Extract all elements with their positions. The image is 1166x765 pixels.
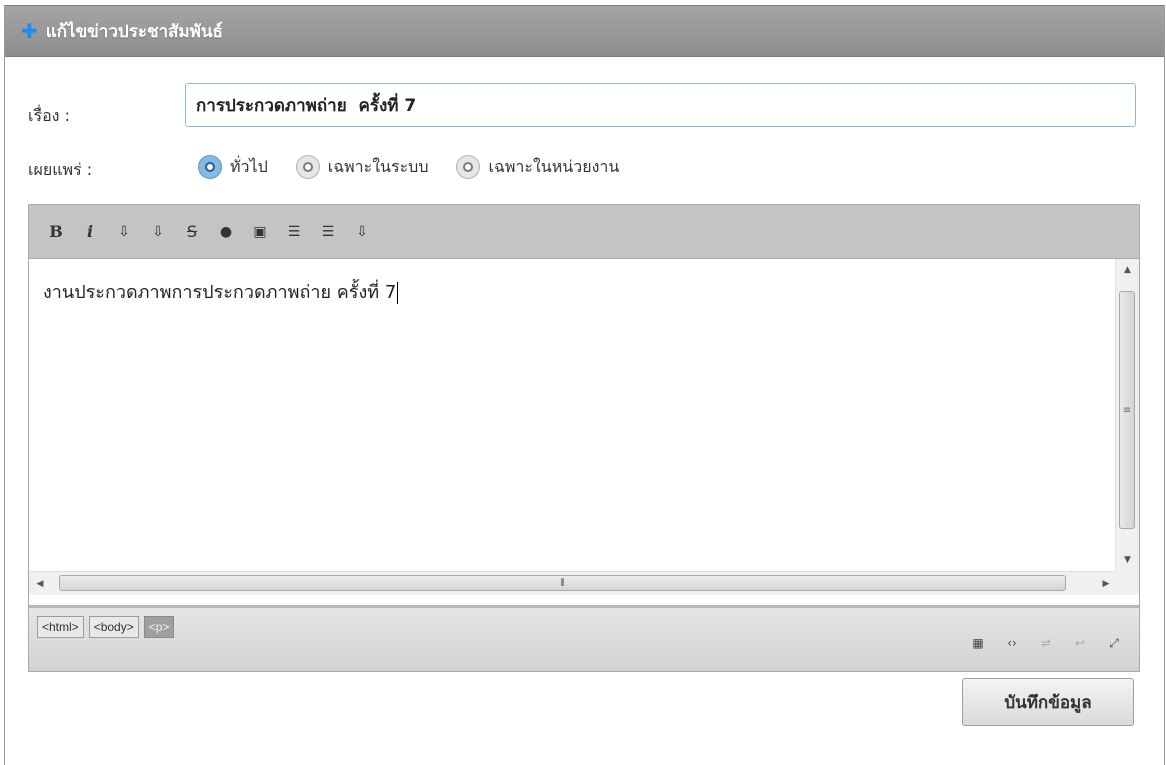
subject-input[interactable] <box>185 83 1136 127</box>
publish-label: เผยแพร่ : <box>28 160 93 179</box>
radio-checked-icon[interactable] <box>198 155 222 179</box>
save-button[interactable]: บันทึกข้อมูล <box>962 678 1134 726</box>
plus-icon: ✚ <box>21 19 38 43</box>
bold-button[interactable]: B <box>43 219 69 245</box>
radio-unchecked-icon[interactable] <box>456 155 481 179</box>
rich-text-editor: B i ⇩ ⇩ S ● ▣ ☰ ☰ ⇩ งานประกวดภาพการประกว… <box>28 204 1140 672</box>
radio-label: เฉพาะในระบบ <box>327 156 429 176</box>
format-button-2[interactable]: ⇩ <box>145 219 171 245</box>
horizontal-scroll-thumb[interactable]: ⦀ <box>59 575 1066 591</box>
scroll-corner <box>1115 571 1139 595</box>
publish-option-system[interactable]: เฉพาะในระบบ <box>295 155 429 180</box>
table-icon[interactable]: ▦ <box>967 632 989 654</box>
radio-label: เฉพาะในหน่วยงาน <box>488 156 620 176</box>
format-icon[interactable]: ⇌ <box>1035 632 1057 654</box>
publish-option-department[interactable]: เฉพาะในหน่วยงาน <box>456 155 619 180</box>
editor-toolbar: B i ⇩ ⇩ S ● ▣ ☰ ☰ ⇩ <box>29 205 1139 259</box>
image-button[interactable]: ▣ <box>247 219 273 245</box>
text-caret <box>397 282 399 304</box>
color-button[interactable]: ● <box>213 219 239 245</box>
publish-radio-group: ทั่วไป เฉพาะในระบบ เฉพาะในหน่วยงาน <box>198 152 647 182</box>
vertical-scrollbar[interactable]: ▲ ≡ ▼ <box>1115 259 1139 571</box>
editor-statusbar: <html> <body> <p> ▦ ‹› ⇌ ↩ ⤢ <box>29 605 1139 671</box>
element-path: <html> <body> <p> <box>37 616 179 638</box>
wrap-icon[interactable]: ↩ <box>1069 632 1091 654</box>
editor-content[interactable]: งานประกวดภาพการประกวดภาพถ่าย ครั้งที่ 7 <box>29 259 1117 571</box>
code-icon[interactable]: ‹› <box>1001 632 1023 654</box>
panel-title: แก้ไขข่าวประชาสัมพันธ์ <box>45 21 223 42</box>
unordered-list-button[interactable]: ☰ <box>315 219 341 245</box>
vertical-scroll-thumb[interactable]: ≡ <box>1119 291 1135 529</box>
scroll-left-icon[interactable]: ◀ <box>29 572 51 595</box>
strikethrough-button[interactable]: S <box>179 219 205 245</box>
italic-button[interactable]: i <box>77 219 103 245</box>
scroll-right-icon[interactable]: ▶ <box>1095 572 1117 595</box>
ordered-list-button[interactable]: ☰ <box>281 219 307 245</box>
subject-label: เรื่อง : <box>28 106 70 125</box>
editor-text: งานประกวดภาพการประกวดภาพถ่าย ครั้งที่ 7 <box>43 282 397 303</box>
scroll-down-icon[interactable]: ▼ <box>1116 549 1139 571</box>
format-button-3[interactable]: ⇩ <box>349 219 375 245</box>
editor-mode-icons: ▦ ‹› ⇌ ↩ ⤢ <box>955 632 1125 654</box>
path-tag-body[interactable]: <body> <box>88 616 139 638</box>
format-button-1[interactable]: ⇩ <box>111 219 137 245</box>
panel-header: ✚ แก้ไขข่าวประชาสัมพันธ์ <box>5 5 1164 57</box>
radio-unchecked-icon[interactable] <box>295 155 320 179</box>
publish-option-general[interactable]: ทั่วไป <box>198 155 268 180</box>
fullscreen-icon[interactable]: ⤢ <box>1103 632 1125 654</box>
path-tag-html[interactable]: <html> <box>37 616 84 638</box>
radio-label: ทั่วไป <box>230 156 268 176</box>
scroll-up-icon[interactable]: ▲ <box>1116 259 1139 281</box>
horizontal-scrollbar[interactable]: ◀ ⦀ ▶ <box>29 571 1117 595</box>
path-tag-p[interactable]: <p> <box>143 616 175 638</box>
